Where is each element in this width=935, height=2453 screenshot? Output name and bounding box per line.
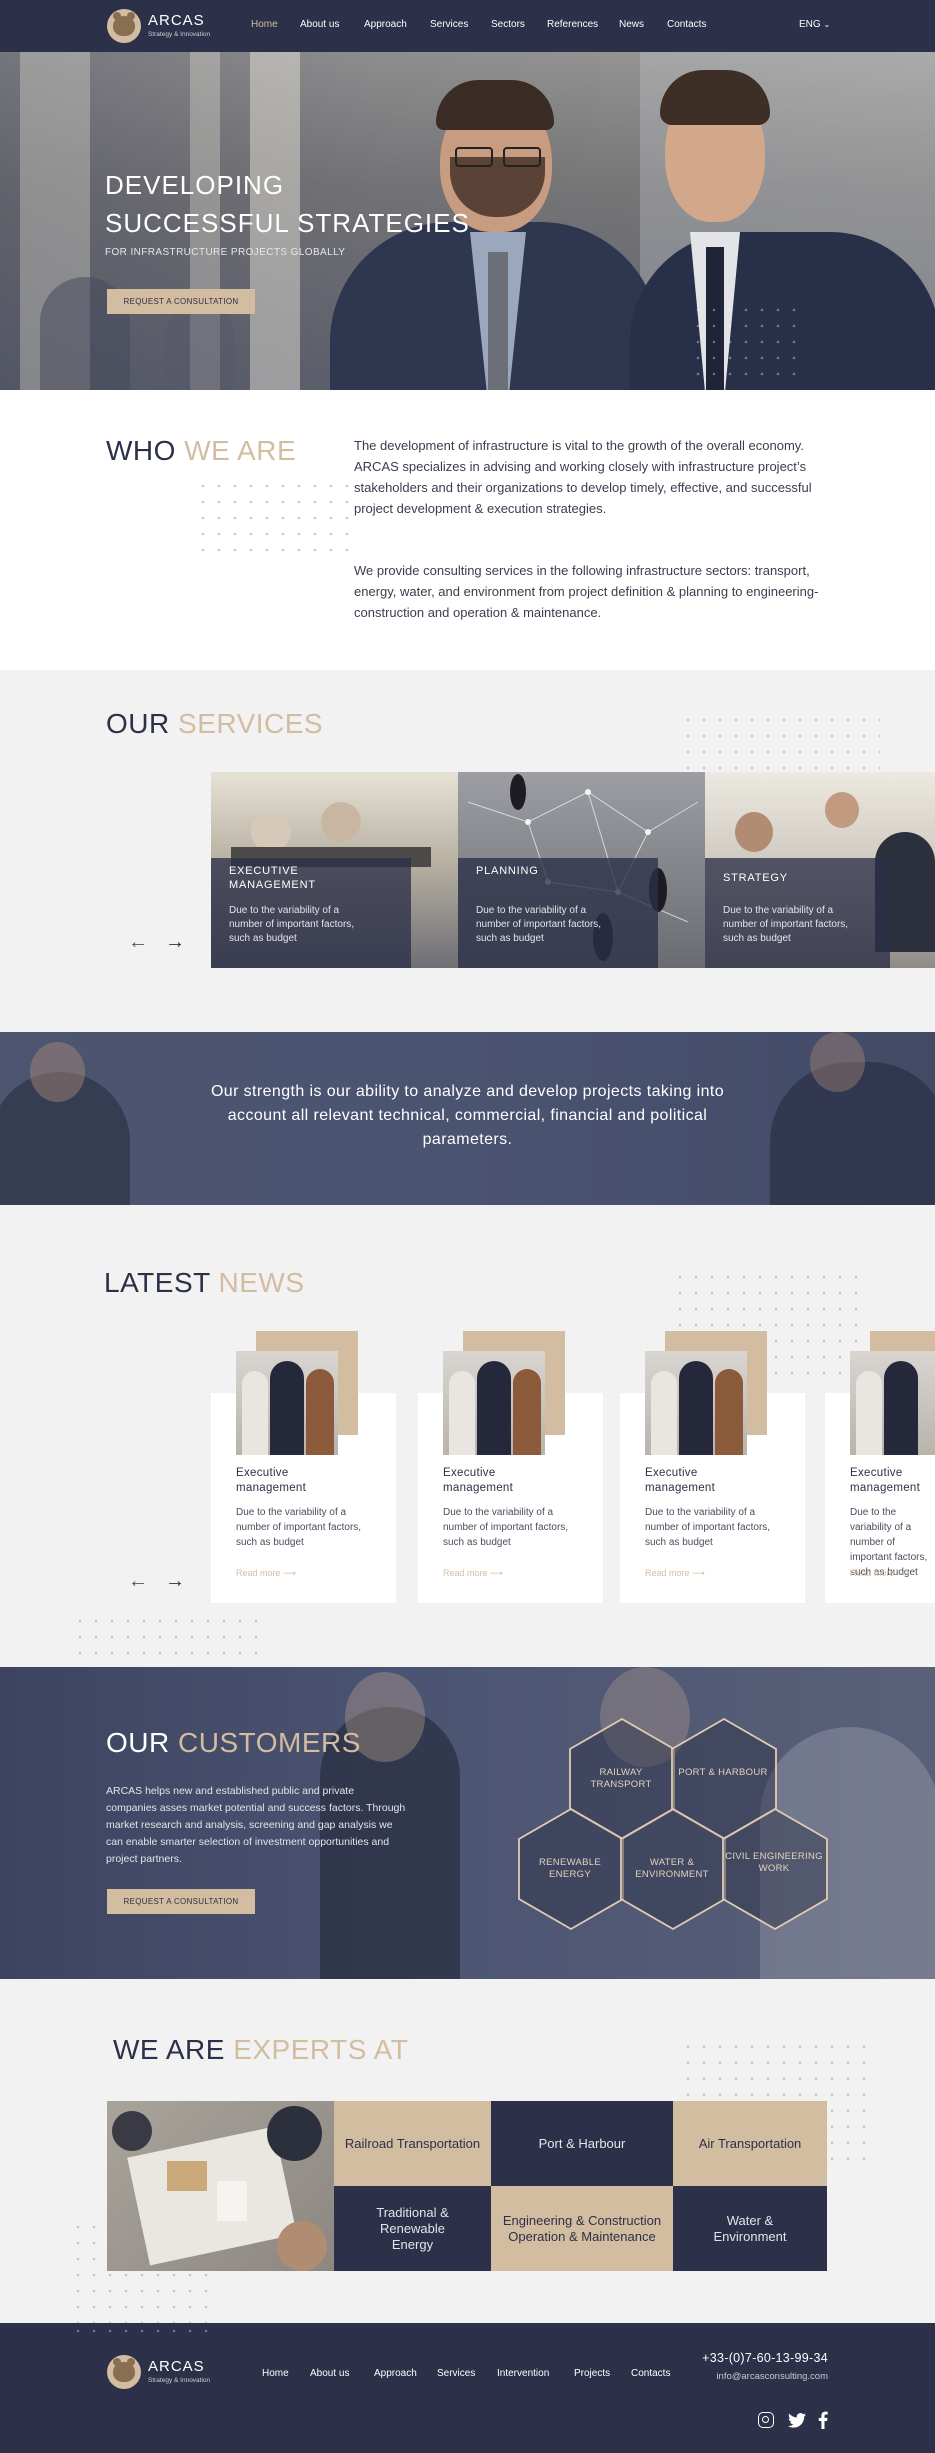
customers-section: OUR CUSTOMERS ARCAS helps new and establ… xyxy=(0,1667,935,1979)
footer-nav-approach[interactable]: Approach xyxy=(374,2368,417,2379)
nav-services[interactable]: Services xyxy=(430,19,468,30)
footer-nav-home[interactable]: Home xyxy=(262,2368,289,2379)
footer-phone[interactable]: +33-(0)7-60-13-99-34 xyxy=(702,2351,828,2365)
banner-text: Our strength is our ability to analyze a… xyxy=(210,1083,725,1148)
hero-line-2: SUCCESSFUL STRATEGIES xyxy=(105,208,470,238)
who-we-are-paragraph-2: We provide consulting services in the fo… xyxy=(354,563,819,620)
service-description: Due to the variability of a number of im… xyxy=(229,905,355,944)
footer-brand-name[interactable]: ARCAS xyxy=(148,2358,205,2375)
expertise-port-harbour[interactable]: Port & Harbour xyxy=(491,2101,673,2186)
read-more-link[interactable]: Read more ⟶ xyxy=(645,1568,705,1579)
expertise-railroad-transportation[interactable]: Railroad Transportation xyxy=(334,2101,491,2186)
service-card[interactable]: STRATEGY Due to the variability of a num… xyxy=(705,772,935,968)
service-description: Due to the variability of a number of im… xyxy=(723,905,849,944)
news-card[interactable]: Executive management Due to the variabil… xyxy=(418,1331,603,1603)
expertise-traditional-renewable-energy[interactable]: Traditional & Renewable Energy xyxy=(334,2186,491,2271)
news-photo xyxy=(645,1351,747,1455)
news-card[interactable]: Executive management Due to the variabil… xyxy=(211,1331,396,1603)
arrow-right-icon[interactable]: → xyxy=(165,932,185,952)
site-footer: ARCAS Strategy & Innovation Home About u… xyxy=(0,2323,935,2453)
arrow-left-icon[interactable]: ← xyxy=(128,932,148,952)
experts-photo xyxy=(107,2101,334,2271)
decorative-dots xyxy=(680,712,880,772)
news-item-description: Due to the variability of a number of im… xyxy=(236,1507,362,1548)
facebook-icon[interactable] xyxy=(818,2411,828,2429)
customers-consultation-button[interactable]: REQUEST A CONSULTATION xyxy=(107,1889,255,1914)
service-title: STRATEGY xyxy=(723,872,788,884)
decorative-dots xyxy=(72,1613,267,1663)
news-card[interactable]: Executive management Due to the variabil… xyxy=(620,1331,805,1603)
footer-email[interactable]: info@arcasconsulting.com xyxy=(716,2371,828,2382)
service-title: PLANNING xyxy=(476,865,539,877)
arrow-right-icon[interactable]: → xyxy=(165,1571,185,1591)
chevron-down-icon: ⌄ xyxy=(823,20,831,29)
arrow-right-icon: ⟶ xyxy=(490,1568,503,1578)
services-title: OUR SERVICES xyxy=(106,708,324,739)
news-item-description: Due to the variability of a number of im… xyxy=(645,1507,771,1548)
language-label: ENG xyxy=(799,19,821,30)
nav-about-us[interactable]: About us xyxy=(300,19,339,30)
service-title: EXECUTIVE MANAGEMENT xyxy=(229,865,316,891)
experts-title: WE ARE EXPERTS AT xyxy=(113,2034,409,2065)
logo-icon[interactable] xyxy=(107,2355,141,2389)
brand-name[interactable]: ARCAS xyxy=(148,12,205,29)
who-we-are-section: WHO WE ARE The development of infrastruc… xyxy=(0,390,935,670)
expertise-engineering-construction[interactable]: Engineering & Construction Operation & M… xyxy=(491,2186,673,2271)
hero-consultation-button[interactable]: REQUEST A CONSULTATION xyxy=(107,289,255,314)
footer-nav-intervention[interactable]: Intervention xyxy=(497,2368,549,2379)
news-photo xyxy=(236,1351,338,1455)
experts-section: WE ARE EXPERTS AT Railroad Transportatio… xyxy=(0,1979,935,2323)
footer-nav-about-us[interactable]: About us xyxy=(310,2368,349,2379)
instagram-icon[interactable] xyxy=(758,2412,774,2428)
hero-subtitle: FOR INFRASTRUCTURE PROJECTS GLOBALLY xyxy=(105,247,346,258)
customers-text: ARCAS helps new and established public a… xyxy=(106,1785,406,1865)
news-photo xyxy=(443,1351,545,1455)
hero-line-1: DEVELOPING xyxy=(105,170,285,200)
read-more-link[interactable]: Read more ⟶ xyxy=(850,1568,935,1579)
read-more-link[interactable]: Read more ⟶ xyxy=(236,1568,296,1579)
strength-banner: Our strength is our ability to analyze a… xyxy=(0,1032,935,1205)
news-item-title: Executive management xyxy=(443,1467,514,1494)
footer-brand-tagline: Strategy & Innovation xyxy=(148,2377,211,2384)
footer-nav-contacts[interactable]: Contacts xyxy=(631,2368,670,2379)
twitter-icon[interactable] xyxy=(788,2413,806,2428)
nav-references[interactable]: References xyxy=(547,19,598,30)
decorative-dots xyxy=(70,2323,210,2343)
nav-sectors[interactable]: Sectors xyxy=(491,19,525,30)
service-description: Due to the variability of a number of im… xyxy=(476,905,602,944)
news-title: LATEST NEWS xyxy=(104,1267,305,1298)
news-item-description: Due to the variability of a number of im… xyxy=(443,1507,569,1548)
nav-approach[interactable]: Approach xyxy=(364,19,407,30)
news-card[interactable]: Executive management Due to the variabil… xyxy=(825,1331,935,1603)
expertise-air-transportation[interactable]: Air Transportation xyxy=(673,2101,827,2186)
footer-nav-services[interactable]: Services xyxy=(437,2368,475,2379)
nav-home[interactable]: Home xyxy=(251,19,278,30)
decorative-dots xyxy=(195,478,350,558)
customers-title: OUR CUSTOMERS xyxy=(106,1727,361,1758)
site-header: ARCAS Strategy & Innovation Home About u… xyxy=(0,0,935,52)
read-more-link[interactable]: Read more ⟶ xyxy=(443,1568,503,1579)
news-item-title: Executive management xyxy=(645,1467,716,1494)
news-item-title: Executive management xyxy=(850,1467,921,1494)
news-item-title: Executive management xyxy=(236,1467,307,1494)
footer-nav-projects[interactable]: Projects xyxy=(574,2368,610,2379)
language-selector[interactable]: ENG ⌄ xyxy=(799,19,830,30)
service-card[interactable]: PLANNING Due to the variability of a num… xyxy=(458,772,706,968)
logo-icon[interactable] xyxy=(107,9,141,43)
brand-tagline: Strategy & Innovation xyxy=(148,31,211,38)
arrow-left-icon[interactable]: ← xyxy=(128,1571,148,1591)
nav-contacts[interactable]: Contacts xyxy=(667,19,706,30)
arrow-right-icon: ⟶ xyxy=(283,1568,296,1578)
arrow-right-icon: ⟶ xyxy=(897,1568,910,1578)
sectors-hexagons xyxy=(518,1717,828,1931)
service-card[interactable]: EXECUTIVE MANAGEMENT Due to the variabil… xyxy=(211,772,459,968)
arrow-right-icon: ⟶ xyxy=(692,1568,705,1578)
nav-news[interactable]: News xyxy=(619,19,644,30)
expertise-water-environment[interactable]: Water & Environment xyxy=(673,2186,827,2271)
news-photo xyxy=(850,1351,935,1455)
who-we-are-paragraph-1: The development of infrastructure is vit… xyxy=(354,438,812,516)
who-we-are-title: WHO WE ARE xyxy=(106,435,297,466)
hero-section: DEVELOPING SUCCESSFUL STRATEGIES FOR INF… xyxy=(0,52,935,390)
